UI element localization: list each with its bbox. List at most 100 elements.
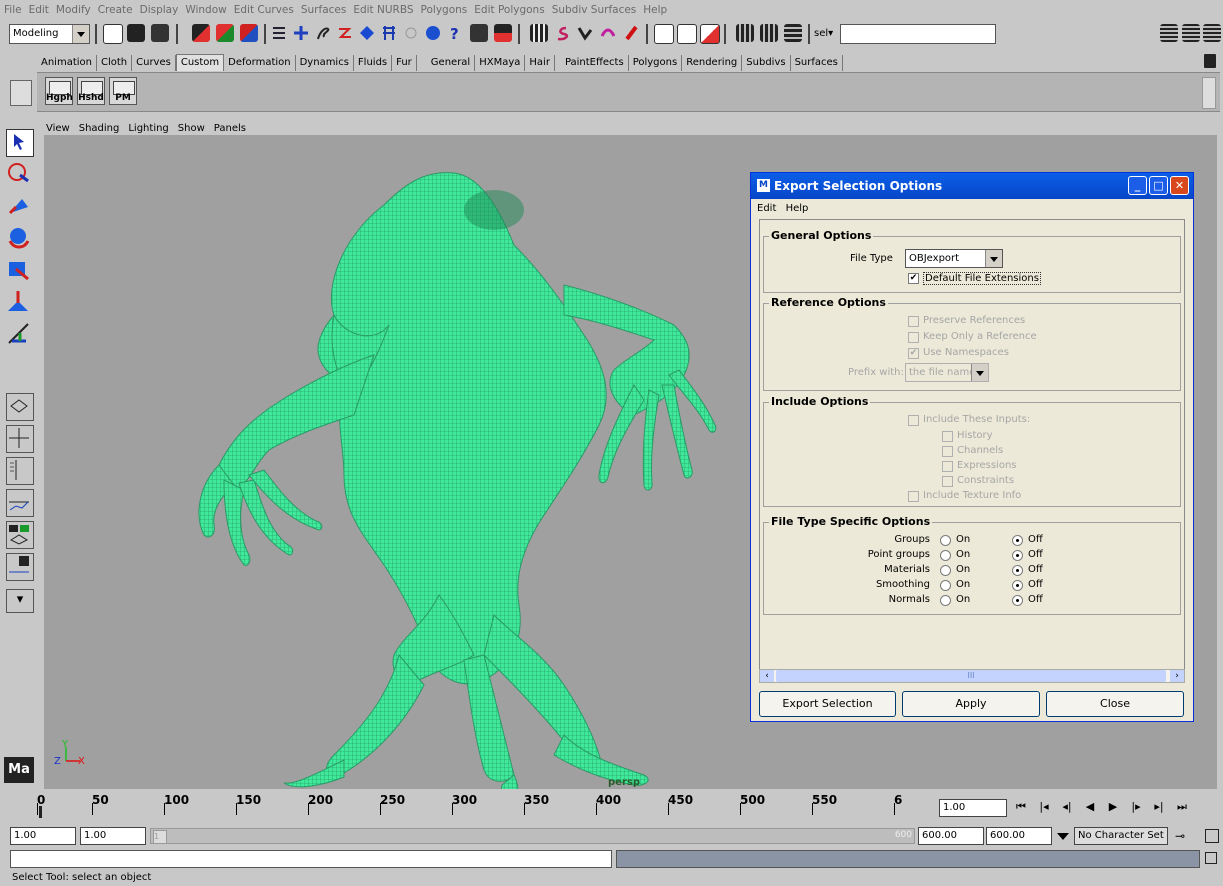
playback-start-field[interactable]: 1.00 (80, 827, 146, 845)
option-on-radio[interactable] (940, 565, 951, 576)
panel-menu-panels[interactable]: Panels (214, 123, 246, 134)
option-on-radio[interactable] (940, 535, 951, 546)
default-extensions-checkbox[interactable]: ✔ (908, 273, 919, 284)
tab-surfaces[interactable]: Surfaces (791, 55, 843, 71)
tab-rendering[interactable]: Rendering (682, 55, 743, 71)
menu-help[interactable]: Help (643, 4, 667, 16)
help-icon[interactable]: ? (446, 24, 464, 43)
go-to-start-icon[interactable]: ⏮ (1010, 797, 1032, 817)
dialog-menu-help[interactable]: Help (786, 203, 809, 214)
layout-menu-button[interactable]: ▾ (6, 589, 34, 613)
prefix-select[interactable]: the file name (905, 363, 989, 382)
history-checkbox[interactable] (942, 431, 953, 442)
manipulator-tool-icon[interactable] (6, 289, 32, 315)
new-scene-icon[interactable] (103, 24, 123, 44)
panel-menu-view[interactable]: View (46, 123, 70, 134)
menu-edit[interactable]: Edit (29, 4, 49, 16)
select-object-icon[interactable] (216, 24, 234, 42)
current-time-field[interactable]: 1.00 (939, 799, 1007, 817)
snap-surface-icon[interactable] (336, 24, 354, 42)
panel-menu-lighting[interactable]: Lighting (128, 123, 168, 134)
command-line-input[interactable] (10, 850, 612, 868)
step-forward-key-icon[interactable]: ▸| (1148, 797, 1170, 817)
dialog-titlebar[interactable]: M Export Selection Options _ □ ✕ (751, 173, 1193, 199)
playback-end-field[interactable]: 600.00 (918, 827, 984, 845)
shelf-button-hshd[interactable]: Hshd (77, 77, 105, 105)
menu-subdiv-surfaces[interactable]: Subdiv Surfaces (552, 4, 637, 16)
option-off-radio[interactable] (1012, 595, 1023, 606)
select-tool-icon[interactable] (6, 129, 34, 157)
constraints-checkbox[interactable] (942, 476, 953, 487)
include-texture-checkbox[interactable] (908, 491, 919, 502)
menu-window[interactable]: Window (185, 4, 226, 16)
range-start-handle[interactable]: 1 (153, 830, 167, 844)
render-icon[interactable] (402, 24, 420, 42)
channel-box-toggle-icon[interactable] (1203, 24, 1221, 42)
tab-deformation[interactable]: Deformation (224, 55, 296, 71)
lock-icon[interactable] (470, 24, 488, 42)
menu-edit-nurbs[interactable]: Edit NURBS (353, 4, 413, 16)
hypershade-icon[interactable] (599, 24, 617, 42)
mode-select[interactable]: Modeling (9, 24, 90, 44)
outliner-icon[interactable] (553, 24, 571, 42)
time-slider[interactable]: 0 50 100 150 200 250 300 350 400 450 500… (37, 792, 937, 824)
tab-fur[interactable]: Fur (392, 55, 417, 71)
history-icon[interactable] (358, 24, 376, 42)
tab-curves[interactable]: Curves (132, 55, 176, 71)
option-on-radio[interactable] (940, 550, 951, 561)
render-settings-icon[interactable] (784, 24, 802, 42)
menu-display[interactable]: Display (140, 4, 179, 16)
use-namespaces-checkbox[interactable]: ✔ (908, 348, 919, 359)
custom-layout-icon[interactable] (6, 553, 34, 581)
option-off-radio[interactable] (1012, 535, 1023, 546)
panel-menu-show[interactable]: Show (178, 123, 205, 134)
attribute-editor-icon[interactable] (622, 24, 640, 42)
current-time-marker[interactable] (39, 806, 42, 818)
play-forwards-icon[interactable]: ▶ (1102, 797, 1124, 817)
render-frame-icon[interactable] (736, 24, 754, 42)
tool-settings-toggle-icon[interactable] (1182, 24, 1200, 42)
tab-dynamics[interactable]: Dynamics (296, 55, 354, 71)
minimize-button[interactable]: _ (1128, 176, 1147, 195)
single-pane-layout-icon[interactable] (6, 393, 34, 421)
tab-animation[interactable]: Animation (37, 55, 97, 71)
dialog-menu-edit[interactable]: Edit (757, 203, 776, 214)
soft-mod-tool-icon[interactable] (6, 321, 32, 347)
input-ops-icon[interactable] (654, 24, 674, 44)
preserve-references-checkbox[interactable] (908, 316, 919, 327)
panel-menu-shading[interactable]: Shading (79, 123, 120, 134)
quick-select-input[interactable] (840, 24, 996, 44)
attribute-editor-toggle-icon[interactable] (1160, 24, 1178, 42)
expressions-checkbox[interactable] (942, 461, 953, 472)
shelf-menu-button[interactable] (10, 80, 32, 106)
save-scene-icon[interactable] (151, 24, 169, 42)
option-on-radio[interactable] (940, 580, 951, 591)
apply-button[interactable]: Apply (902, 691, 1040, 717)
lasso-tool-icon[interactable] (6, 161, 32, 187)
animation-prefs-icon[interactable] (1205, 829, 1219, 843)
export-selection-button[interactable]: Export Selection (759, 691, 896, 717)
menu-polygons[interactable]: Polygons (421, 4, 468, 16)
open-scene-icon[interactable] (127, 24, 145, 42)
menu-edit-curves[interactable]: Edit Curves (234, 4, 294, 16)
step-back-key-icon[interactable]: |◂ (1033, 797, 1055, 817)
keep-only-reference-checkbox[interactable] (908, 332, 919, 343)
hypershade-persp-layout-icon[interactable] (6, 521, 34, 549)
key-icon[interactable]: ⊸ (1175, 829, 1185, 843)
selection-mode-label[interactable]: sel▾ (814, 28, 833, 39)
snap-curve-icon[interactable] (292, 24, 310, 42)
horizontal-scrollbar[interactable]: ‹ III › (759, 669, 1185, 683)
scale-tool-icon[interactable] (6, 257, 32, 283)
step-back-frame-icon[interactable]: ◂| (1056, 797, 1078, 817)
shelf-button-pm[interactable]: PM (109, 77, 137, 105)
tab-fluids[interactable]: Fluids (354, 55, 393, 71)
outliner-persp-layout-icon[interactable] (6, 457, 34, 485)
ipr-frame-icon[interactable] (760, 24, 778, 42)
include-inputs-checkbox[interactable] (908, 415, 919, 426)
script-editor-icon[interactable] (1205, 852, 1217, 864)
tab-hxmaya[interactable]: HXMaya (475, 55, 526, 71)
tab-subdivs[interactable]: Subdivs (742, 55, 791, 71)
snap-grid-icon[interactable] (270, 24, 288, 42)
render-globals-icon[interactable] (494, 24, 512, 42)
option-off-radio[interactable] (1012, 580, 1023, 591)
